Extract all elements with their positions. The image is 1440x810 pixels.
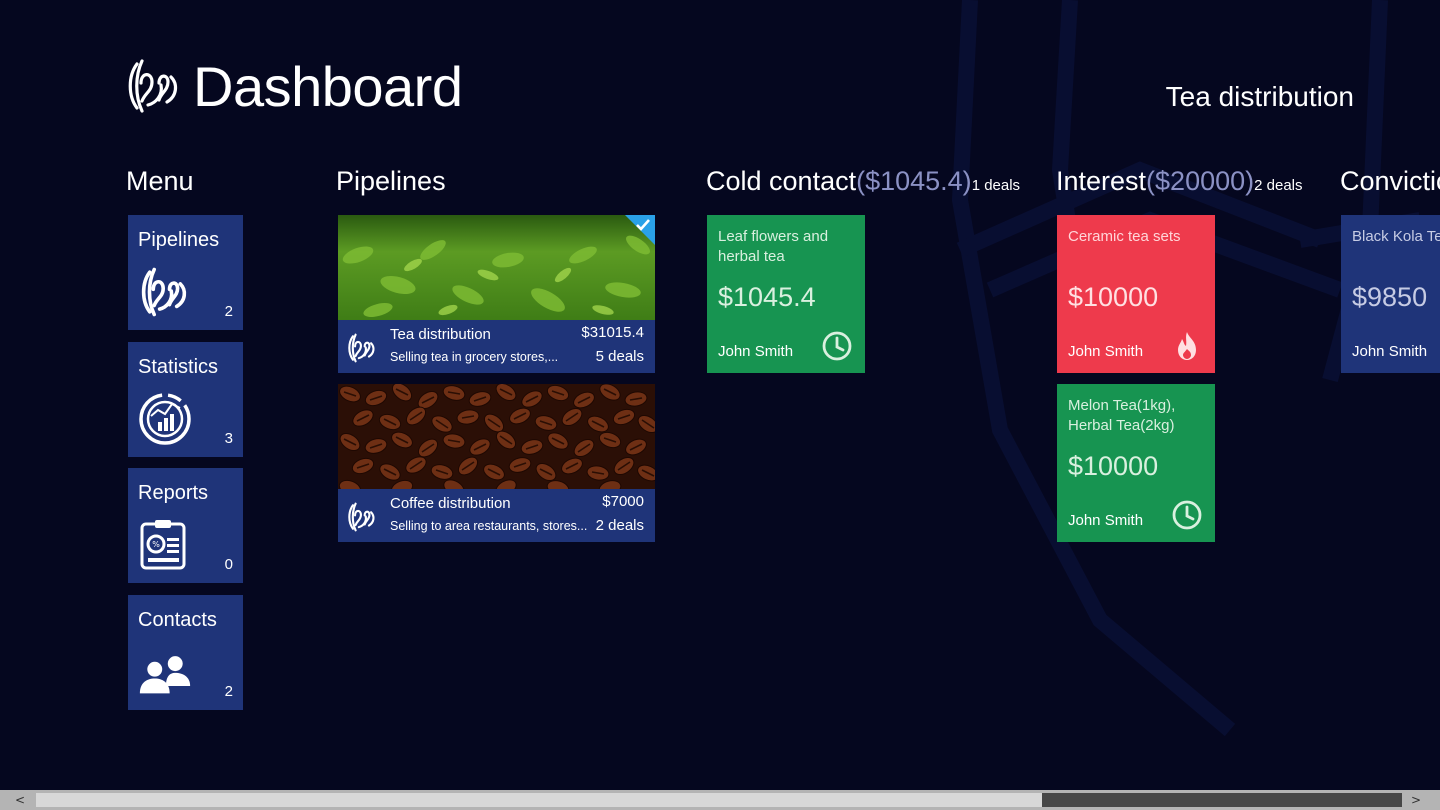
menu-tile-statistics[interactable]: Statistics 3 bbox=[128, 342, 243, 457]
stage-deals-count: 1 deals bbox=[971, 177, 1021, 194]
scroll-right-arrow-icon[interactable]: > bbox=[1408, 793, 1424, 807]
stage-heading-interest[interactable]: Interest($20000)2 deals bbox=[1056, 165, 1303, 202]
clock-icon bbox=[822, 331, 852, 361]
pipeline-name: Tea distribution bbox=[390, 326, 491, 343]
deal-title: Melon Tea(1kg), Herbal Tea(2kg) bbox=[1068, 397, 1176, 434]
deal-title: Leaf flowers and herbal tea bbox=[718, 228, 829, 265]
svg-text:%: % bbox=[152, 540, 160, 549]
stage-name: Convictio bbox=[1340, 166, 1440, 196]
stage-deals-count: 2 deals bbox=[1254, 177, 1303, 194]
pipeline-card-info: Tea distribution Selling tea in grocery … bbox=[338, 320, 655, 373]
deal-owner: John Smith bbox=[718, 343, 794, 360]
pipeline-logo-icon bbox=[348, 502, 375, 532]
deal-title: Ceramic tea sets bbox=[1068, 228, 1181, 245]
menu-tile-pipelines[interactable]: Pipelines 2 bbox=[128, 215, 243, 330]
deal-amount: $10000 bbox=[1068, 282, 1159, 312]
pipeline-description: Selling tea in grocery stores,... bbox=[390, 350, 559, 364]
clock-icon bbox=[1172, 500, 1202, 530]
deal-card[interactable]: Black Kola Te $9850 John Smith bbox=[1341, 215, 1440, 373]
checkmark-icon bbox=[636, 219, 650, 231]
pipeline-deals-count: 2 deals bbox=[595, 517, 644, 534]
pipeline-description: Selling to area restaurants, stores... bbox=[390, 519, 588, 533]
deal-amount: $9850 bbox=[1352, 282, 1428, 312]
deal-card[interactable]: Leaf flowers and herbal tea $1045.4 John… bbox=[707, 215, 865, 373]
menu-tile-count: 0 bbox=[224, 556, 233, 573]
pipeline-amount: $7000 bbox=[602, 493, 644, 510]
scrollbar-thumb[interactable] bbox=[36, 793, 1042, 807]
menu-tile-label: Reports bbox=[138, 482, 209, 504]
statistics-chart-icon bbox=[139, 393, 191, 445]
pipelines-logo-icon bbox=[141, 267, 187, 317]
deal-card[interactable]: Melon Tea(1kg), Herbal Tea(2kg) $10000 J… bbox=[1057, 384, 1215, 542]
pipeline-card-tea[interactable]: Tea distribution Selling tea in grocery … bbox=[338, 215, 655, 373]
coffee-beans-photo bbox=[338, 384, 655, 489]
menu-heading: Menu bbox=[126, 166, 194, 196]
stage-name: Cold contact bbox=[706, 166, 857, 196]
deal-owner: John Smith bbox=[1352, 343, 1428, 360]
deal-owner: John Smith bbox=[1068, 343, 1144, 360]
tea-leaves-photo bbox=[338, 215, 655, 320]
stage-name: Interest bbox=[1056, 166, 1147, 196]
pipeline-amount: $31015.4 bbox=[581, 324, 644, 341]
pipelines-heading: Pipelines bbox=[336, 166, 446, 196]
page-title: Dashboard bbox=[193, 55, 463, 118]
deal-title: Black Kola Te bbox=[1352, 228, 1440, 245]
menu-tile-label: Pipelines bbox=[138, 229, 220, 251]
menu-tile-label: Contacts bbox=[138, 609, 217, 631]
contacts-people-icon bbox=[139, 656, 191, 694]
menu-tile-reports[interactable]: Reports % 0 bbox=[128, 468, 243, 583]
pipeline-card-coffee[interactable]: Coffee distribution Selling to area rest… bbox=[338, 384, 655, 542]
stage-heading-cold-contact[interactable]: Cold contact($1045.4)1 deals bbox=[706, 165, 1020, 202]
deal-amount: $10000 bbox=[1068, 451, 1159, 481]
menu-tile-contacts[interactable]: Contacts 2 bbox=[128, 595, 243, 710]
current-pipeline-label: Tea distribution bbox=[1165, 81, 1354, 112]
horizontal-scrollbar[interactable]: < > bbox=[0, 790, 1440, 810]
menu-tile-count: 3 bbox=[224, 430, 233, 447]
scroll-left-arrow-icon[interactable]: < bbox=[12, 793, 28, 807]
menu-tile-count: 2 bbox=[224, 303, 233, 320]
menu-tile-label: Statistics bbox=[138, 356, 219, 378]
scrollbar-track[interactable] bbox=[1042, 793, 1402, 807]
flame-icon bbox=[1178, 332, 1196, 360]
deal-amount: $1045.4 bbox=[718, 282, 816, 312]
deal-owner: John Smith bbox=[1068, 512, 1144, 529]
deal-card[interactable]: Ceramic tea sets $10000 John Smith bbox=[1057, 215, 1215, 373]
pipeline-deals-count: 5 deals bbox=[595, 348, 644, 365]
menu-tile-count: 2 bbox=[224, 683, 233, 700]
stage-heading-conviction[interactable]: Convictio bbox=[1340, 165, 1440, 197]
pipeline-name: Coffee distribution bbox=[390, 495, 511, 512]
app-logo-icon bbox=[128, 59, 178, 113]
report-clipboard-icon: % bbox=[140, 520, 186, 570]
pipeline-card-info: Coffee distribution Selling to area rest… bbox=[338, 489, 655, 542]
stage-amount: ($1045.4) bbox=[856, 166, 972, 196]
pipeline-logo-icon bbox=[348, 333, 375, 363]
stage-amount: ($20000) bbox=[1146, 166, 1255, 196]
